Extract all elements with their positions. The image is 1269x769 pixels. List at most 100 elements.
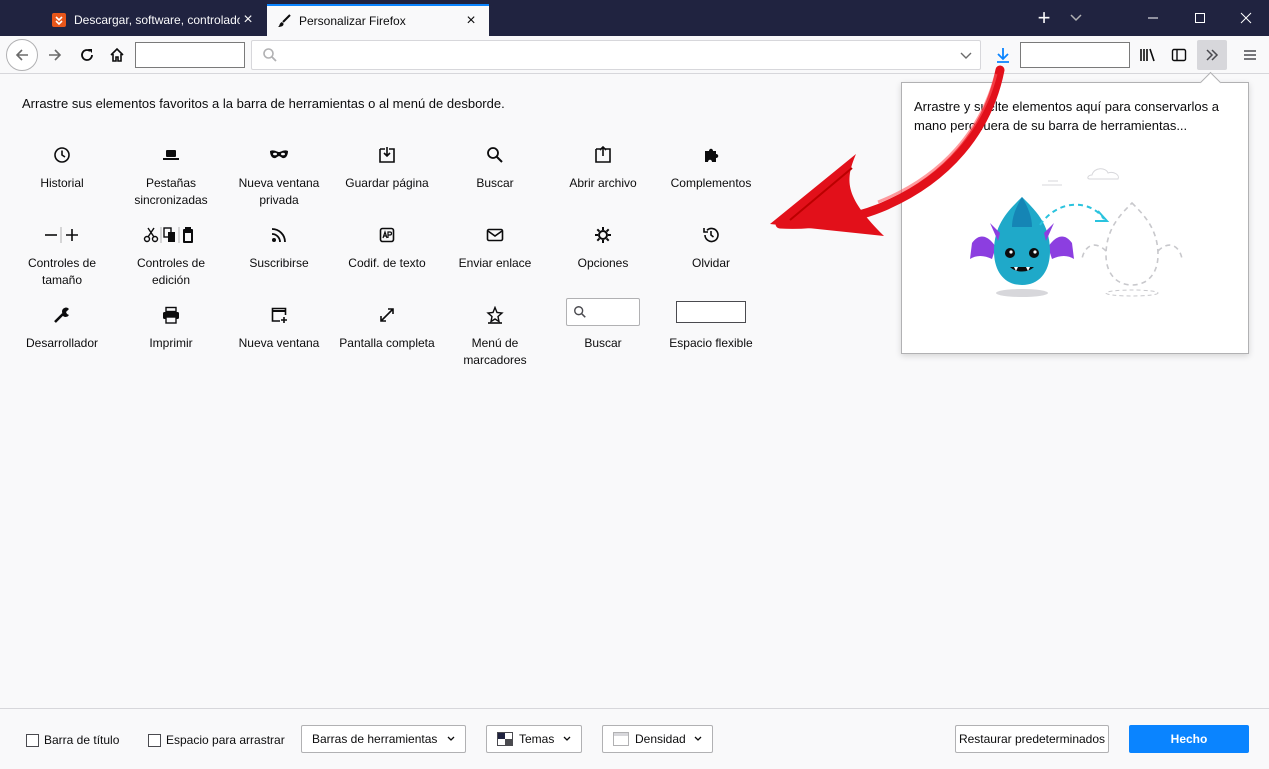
forward-button[interactable] bbox=[40, 40, 70, 70]
checkbox-box[interactable] bbox=[26, 733, 39, 747]
palette-instruction: Arrastre sus elementos favoritos a la ba… bbox=[22, 96, 505, 111]
bookmarks-menu-icon bbox=[441, 303, 549, 327]
home-button[interactable] bbox=[102, 40, 132, 70]
palette-item-enviar-enlace[interactable]: Enviar enlace bbox=[441, 223, 549, 272]
sidebar-icon bbox=[1171, 48, 1187, 62]
palette-item-suscribirse[interactable]: Suscribirse bbox=[225, 223, 333, 272]
tab-title: Personalizar Firefox bbox=[299, 14, 406, 28]
density-icon bbox=[613, 732, 629, 746]
zoom-controls-icon bbox=[8, 223, 116, 247]
dropdown-label: Barras de herramientas bbox=[312, 732, 438, 746]
save-page-icon bbox=[333, 143, 441, 167]
palette-item-nueva-ventana-privada[interactable]: Nueva ventana privada bbox=[225, 143, 333, 209]
palette-item-historial[interactable]: Historial bbox=[8, 143, 116, 192]
close-tab-icon[interactable]: × bbox=[463, 12, 479, 29]
sidebar-button[interactable] bbox=[1164, 40, 1194, 70]
palette-item-label: Opciones bbox=[577, 256, 629, 270]
palette-item-controles-de-edicion[interactable]: Controles de edición bbox=[117, 223, 225, 289]
palette-item-menu-de-marcadores[interactable]: Menú de marcadores bbox=[441, 303, 549, 369]
dropdown-label: Temas bbox=[519, 732, 555, 746]
palette-item-label: Enviar enlace bbox=[458, 256, 532, 270]
forget-icon bbox=[657, 223, 765, 247]
palette-item-label: Controles de tamaño bbox=[27, 256, 97, 287]
palette-item-label: Nueva ventana privada bbox=[238, 176, 320, 207]
paintbrush-icon bbox=[277, 14, 291, 28]
hamburger-menu-icon bbox=[1244, 50, 1256, 60]
search-icon bbox=[262, 47, 278, 66]
app-menu-button[interactable] bbox=[1235, 40, 1265, 70]
fullscreen-icon bbox=[333, 303, 441, 327]
reload-icon bbox=[81, 49, 93, 61]
palette-item-label: Suscribirse bbox=[249, 256, 309, 270]
softonic-favicon-icon bbox=[52, 13, 66, 27]
restore-defaults-button[interactable]: Restaurar predeterminados bbox=[955, 725, 1109, 753]
palette-item-label: Menú de marcadores bbox=[463, 336, 527, 367]
palette-item-label: Complementos bbox=[670, 176, 752, 190]
palette-item-search-widget[interactable]: Buscar bbox=[549, 297, 657, 352]
palette-item-controles-de-tamano[interactable]: Controles de tamaño bbox=[8, 223, 116, 289]
checkbox-box[interactable] bbox=[148, 733, 161, 747]
palette-item-guardar-pagina[interactable]: Guardar página bbox=[333, 143, 441, 192]
close-tab-icon[interactable]: × bbox=[240, 11, 256, 28]
dropdown-label: Densidad bbox=[635, 732, 686, 746]
new-tab-button[interactable]: + bbox=[1032, 6, 1056, 30]
palette-item-pestanas-sincronizadas[interactable]: Pestañas sincronizadas bbox=[117, 143, 225, 209]
theme-icon bbox=[497, 732, 513, 746]
back-button[interactable] bbox=[6, 39, 38, 71]
themes-dropdown[interactable]: Temas bbox=[486, 725, 582, 753]
palette-item-label: Olvidar bbox=[691, 256, 730, 270]
wrench-icon bbox=[8, 303, 116, 327]
palette-item-codif-de-texto[interactable]: Codif. de texto bbox=[333, 223, 441, 272]
palette-item-imprimir[interactable]: Imprimir bbox=[117, 303, 225, 352]
title-bar-checkbox[interactable]: Barra de título bbox=[26, 733, 119, 747]
minimize-button[interactable] bbox=[1130, 0, 1176, 36]
library-icon bbox=[1140, 48, 1155, 62]
feed-icon bbox=[225, 223, 333, 247]
home-icon bbox=[110, 47, 124, 62]
open-file-icon bbox=[549, 143, 657, 167]
history-icon bbox=[8, 143, 116, 167]
reload-button[interactable] bbox=[72, 40, 102, 70]
density-dropdown[interactable]: Densidad bbox=[602, 725, 713, 753]
double-chevron-right-icon bbox=[1206, 49, 1219, 61]
addons-icon bbox=[657, 143, 765, 167]
palette-item-nueva-ventana[interactable]: Nueva ventana bbox=[225, 303, 333, 352]
palette-item-espacio-flexible[interactable]: Espacio flexible bbox=[657, 297, 765, 352]
palette-item-label: Desarrollador bbox=[25, 336, 99, 350]
palette-item-label: Controles de edición bbox=[136, 256, 206, 287]
tab-descargar[interactable]: Descargar, software, controlado × bbox=[42, 4, 266, 36]
back-arrow-icon bbox=[15, 49, 28, 61]
checkbox-label: Espacio para arrastrar bbox=[166, 733, 285, 747]
maximize-button[interactable] bbox=[1177, 0, 1223, 36]
library-button[interactable] bbox=[1133, 40, 1163, 70]
email-link-icon bbox=[441, 223, 549, 247]
toolbars-dropdown[interactable]: Barras de herramientas bbox=[301, 725, 466, 753]
edit-controls-icon bbox=[117, 223, 225, 247]
overflow-menu-button[interactable] bbox=[1197, 40, 1227, 70]
find-icon bbox=[441, 143, 549, 167]
text-encoding-icon bbox=[333, 223, 441, 247]
palette-item-label: Guardar página bbox=[345, 176, 429, 190]
drag-space-checkbox[interactable]: Espacio para arrastrar bbox=[148, 733, 285, 747]
palette-item-label: Nueva ventana bbox=[238, 336, 320, 350]
palette-item-label: Codif. de texto bbox=[348, 256, 426, 270]
palette-item-desarrollador[interactable]: Desarrollador bbox=[8, 303, 116, 352]
palette-item-opciones[interactable]: Opciones bbox=[549, 223, 657, 272]
search-widget-box bbox=[566, 298, 640, 326]
flexible-space-box bbox=[676, 301, 746, 323]
chevron-down-icon bbox=[563, 734, 571, 744]
new-window-icon bbox=[225, 303, 333, 327]
palette-item-buscar[interactable]: Buscar bbox=[441, 143, 549, 192]
palette-item-pantalla-completa[interactable]: Pantalla completa bbox=[333, 303, 441, 352]
palette-item-olvidar[interactable]: Olvidar bbox=[657, 223, 765, 272]
tab-list-chevron-icon[interactable] bbox=[1066, 8, 1086, 28]
done-button[interactable]: Hecho bbox=[1129, 725, 1249, 753]
chevron-down-icon bbox=[447, 734, 455, 744]
palette-item-complementos[interactable]: Complementos bbox=[657, 143, 765, 192]
tab-personalizar[interactable]: Personalizar Firefox × bbox=[267, 4, 489, 36]
private-window-icon bbox=[225, 143, 333, 167]
palette-item-abrir-archivo[interactable]: Abrir archivo bbox=[549, 143, 657, 192]
flexible-space-placeholder bbox=[1020, 42, 1130, 68]
search-icon bbox=[574, 306, 586, 318]
close-window-button[interactable] bbox=[1223, 0, 1269, 36]
